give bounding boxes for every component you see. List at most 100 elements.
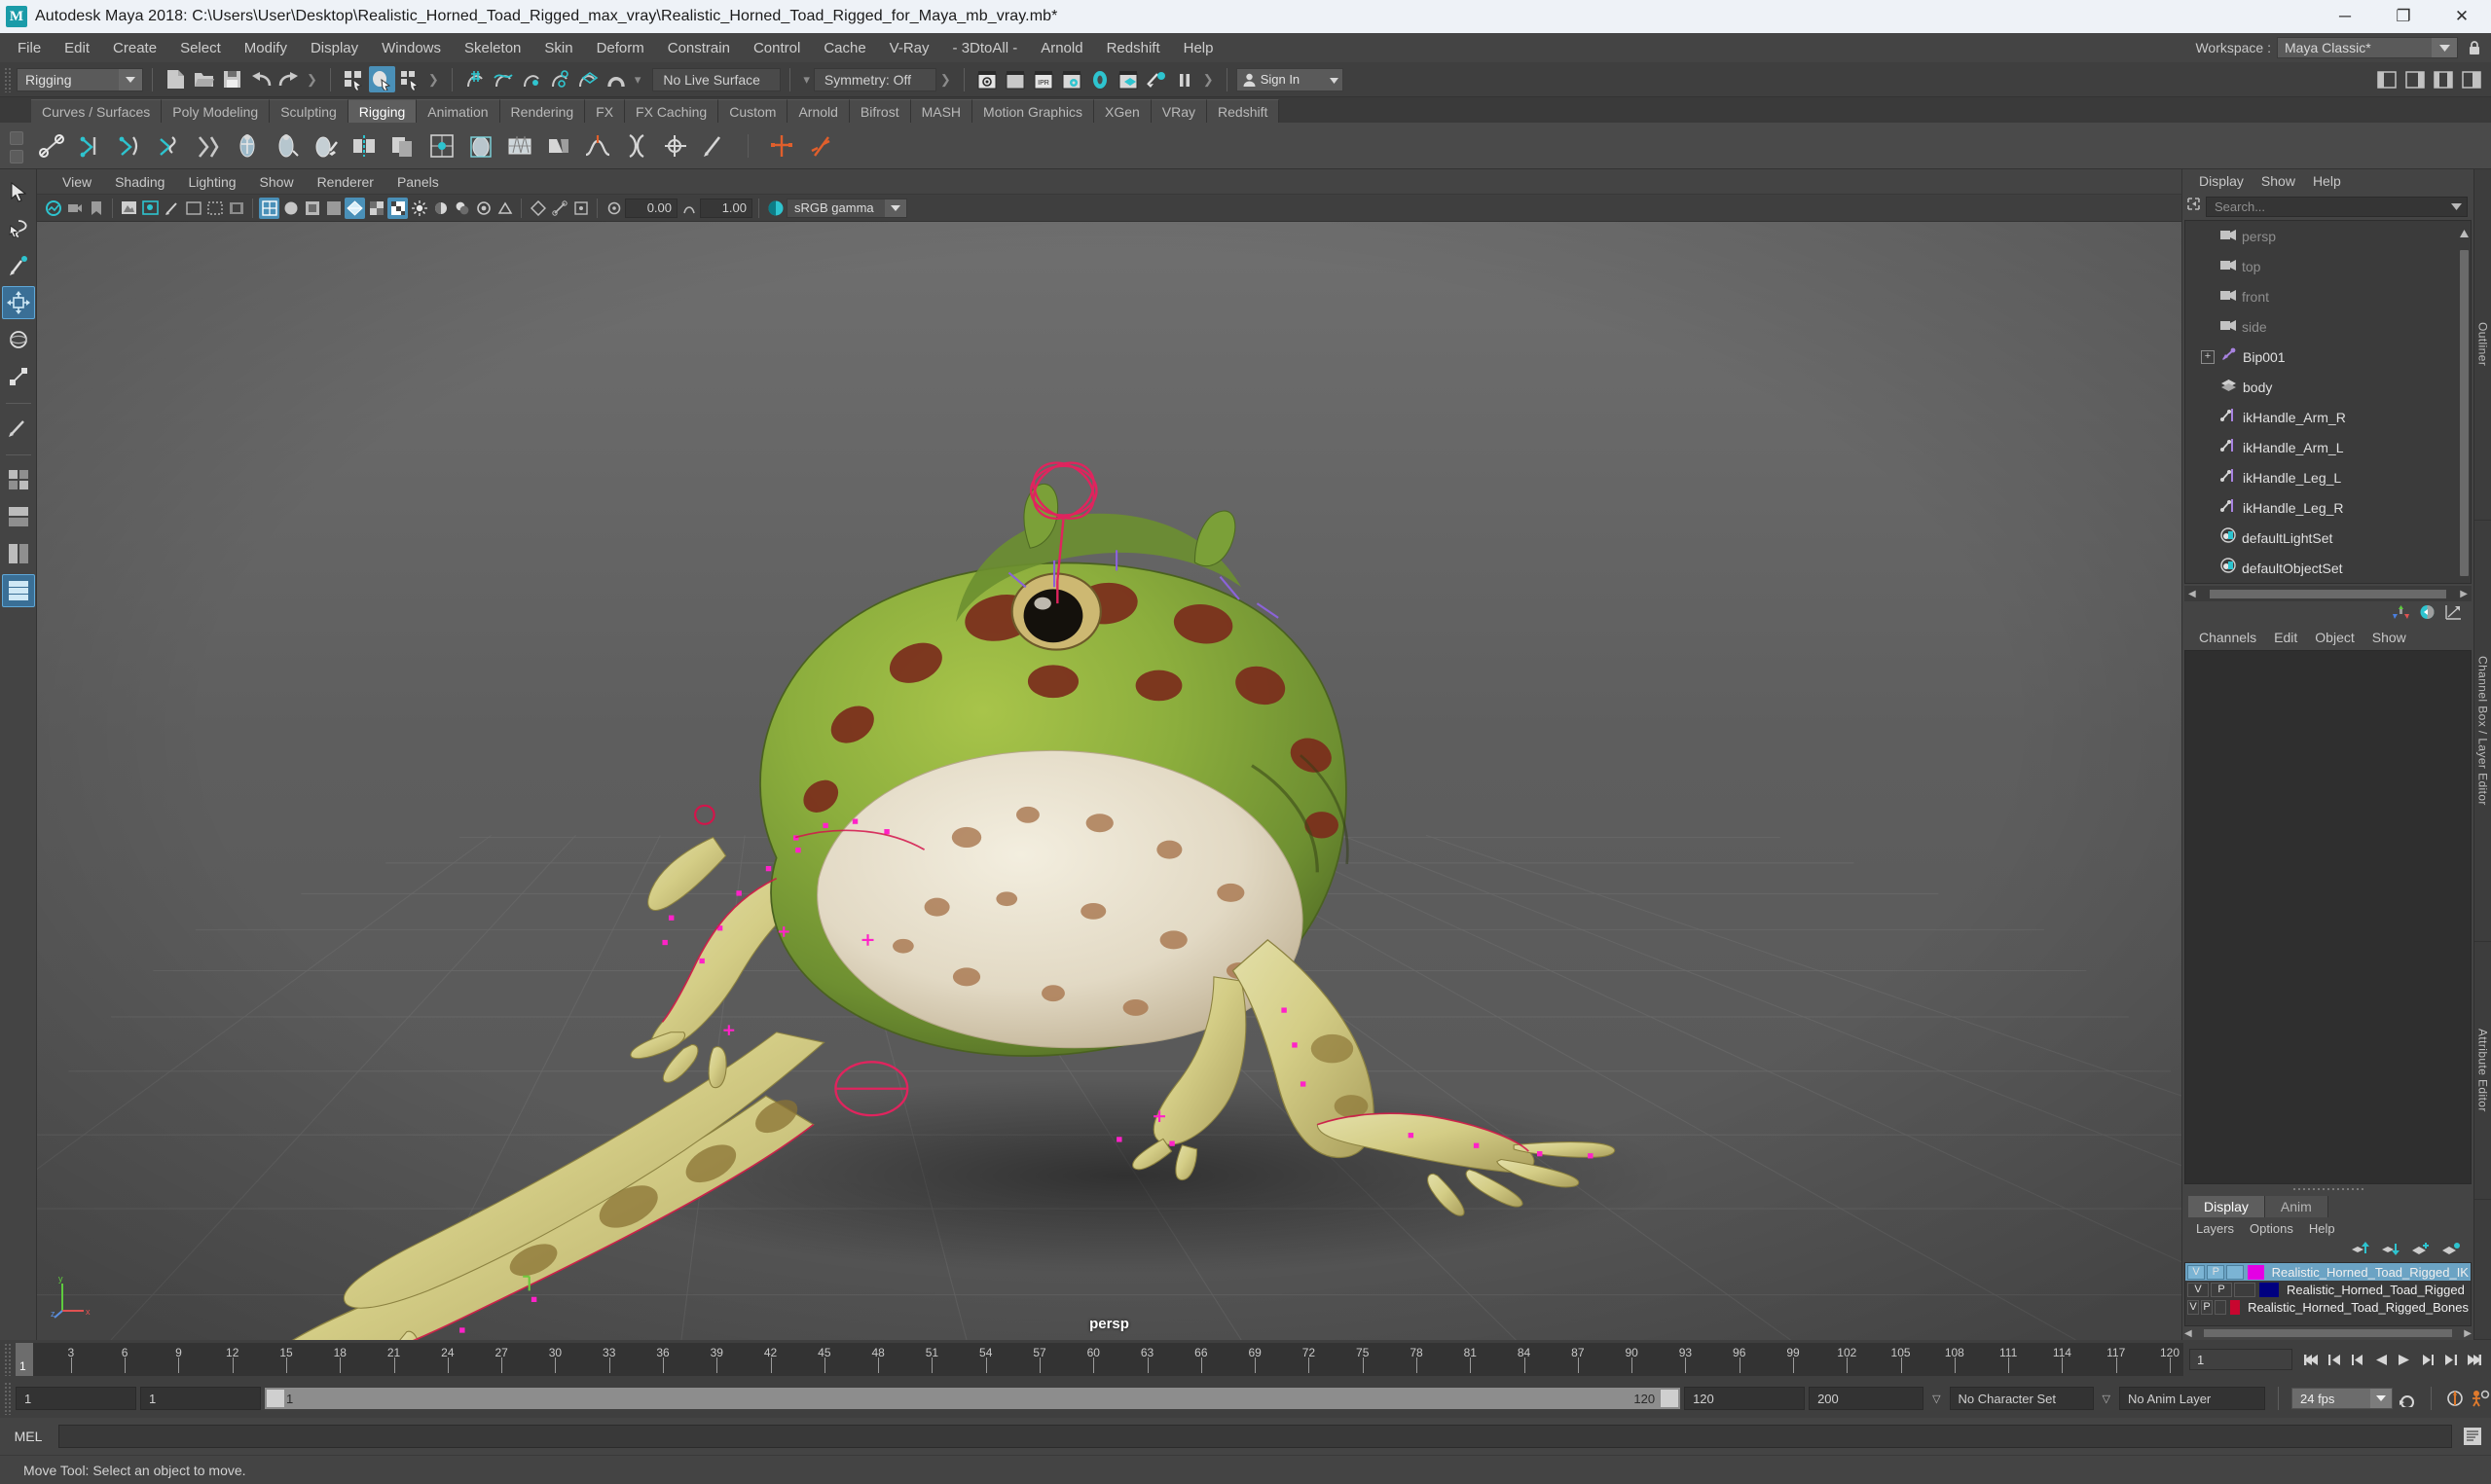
layer-color-swatch[interactable] — [2259, 1282, 2279, 1297]
parent-constraint-icon[interactable] — [763, 127, 800, 165]
undo-icon[interactable] — [247, 66, 274, 92]
show-hide-tool-settings-icon[interactable] — [2430, 66, 2456, 92]
layer-playback-toggle[interactable]: P — [2211, 1282, 2232, 1297]
persp-hypershade-layout[interactable] — [1, 574, 35, 607]
show-hide-modeling-toolkit-icon[interactable] — [2373, 66, 2399, 92]
channel-box-menu-channels[interactable]: Channels — [2190, 628, 2265, 647]
render-sequence-icon[interactable] — [1003, 66, 1029, 92]
scrollbar-thumb[interactable] — [2203, 1329, 2453, 1337]
shelf-tab-animation[interactable]: Animation — [417, 99, 500, 123]
go-to-start-icon[interactable] — [2300, 1349, 2322, 1370]
channel-box-menu-edit[interactable]: Edit — [2265, 628, 2306, 647]
texture-display-icon[interactable] — [366, 198, 386, 219]
menu-cache[interactable]: Cache — [812, 37, 877, 59]
current-frame-field[interactable]: 1 — [2189, 1349, 2292, 1370]
close-button[interactable]: ✕ — [2433, 0, 2491, 33]
layer-visibility-toggle[interactable]: V — [2187, 1264, 2206, 1280]
layer-shading-toggle[interactable] — [2234, 1282, 2255, 1297]
outliner-item-ikhandle-arm-r[interactable]: ikHandle_Arm_R — [2185, 402, 2471, 432]
outliner-item-bip001[interactable]: + Bip001 — [2185, 342, 2471, 372]
step-forward-key-icon[interactable] — [2440, 1349, 2462, 1370]
character-set-dropdown-arrow[interactable]: ▽ — [1927, 1393, 1945, 1405]
anim-end-time-field[interactable]: 200 — [1809, 1387, 1924, 1410]
persp-outliner-layout[interactable] — [2, 500, 35, 533]
gamma-icon[interactable] — [678, 198, 699, 219]
snap-to-curve-icon[interactable] — [491, 66, 517, 92]
move-layer-down-icon[interactable] — [2381, 1242, 2399, 1260]
viewport-menu-shading[interactable]: Shading — [103, 172, 176, 192]
menu-windows[interactable]: Windows — [370, 37, 453, 59]
new-layer-from-selected-icon[interactable] — [2441, 1242, 2460, 1260]
select-tool[interactable] — [2, 175, 35, 208]
gamma-value[interactable]: 1.00 — [700, 198, 752, 218]
menu-vray[interactable]: V-Ray — [878, 37, 941, 59]
menu-arnold[interactable]: Arnold — [1029, 37, 1094, 59]
layer-menu-help[interactable]: Help — [2301, 1220, 2343, 1237]
layer-tab-display[interactable]: Display — [2188, 1196, 2265, 1217]
live-surface-field[interactable]: No Live Surface — [652, 67, 782, 91]
hypershade-icon[interactable] — [1087, 66, 1114, 92]
viewport-menu-show[interactable]: Show — [248, 172, 306, 192]
smooth-shade-selected-icon[interactable] — [302, 198, 322, 219]
sculpt-deformer-icon[interactable] — [696, 127, 733, 165]
graph-editor-icon[interactable] — [2445, 604, 2462, 625]
toolbar-collapse-arrow[interactable]: ❯ — [940, 72, 951, 88]
lighting-icon[interactable] — [409, 198, 429, 219]
save-file-icon[interactable] — [219, 66, 245, 92]
snap-to-view-plane-icon[interactable] — [575, 66, 602, 92]
four-view-layout[interactable] — [2, 463, 35, 496]
outliner-item-front[interactable]: front — [2185, 281, 2471, 311]
auto-keyframe-icon[interactable] — [2444, 1388, 2466, 1409]
expand-selection-icon[interactable] — [2186, 197, 2201, 216]
ipr-render-icon[interactable]: IPR — [1031, 66, 1057, 92]
outliner-menu-help[interactable]: Help — [2304, 171, 2350, 191]
menu-file[interactable]: File — [6, 37, 53, 59]
new-file-icon[interactable] — [163, 66, 189, 92]
toolbar-collapse-arrow[interactable]: ❯ — [307, 72, 317, 88]
image-plane-icon[interactable] — [119, 198, 139, 219]
maximize-button[interactable]: ❐ — [2374, 0, 2433, 33]
vertical-tab-channel-box[interactable]: Channel Box / Layer Editor — [2474, 521, 2491, 942]
grease-pencil-icon[interactable] — [162, 198, 182, 219]
layer-row[interactable]: V P Realistic_Horned_Toad_Rigged_IK — [2185, 1263, 2471, 1281]
layer-menu-options[interactable]: Options — [2242, 1220, 2301, 1237]
expand-toggle-icon[interactable]: + — [2201, 349, 2215, 364]
ik-spring-handle-icon[interactable] — [151, 127, 188, 165]
menu-select[interactable]: Select — [168, 37, 233, 59]
outliner-item-defaultlightset[interactable]: defaultLightSet — [2185, 523, 2471, 553]
interactive-bind-icon[interactable] — [268, 127, 305, 165]
layer-shading-toggle[interactable] — [2215, 1299, 2227, 1315]
two-d-pan-zoom-icon[interactable] — [140, 198, 161, 219]
play-forwards-icon[interactable] — [2394, 1349, 2415, 1370]
range-slider-bar[interactable]: 1 120 — [265, 1388, 1681, 1409]
playback-end-time-field[interactable]: 120 — [1684, 1387, 1806, 1410]
cluster-deformer-icon[interactable] — [657, 127, 694, 165]
exposure-icon[interactable] — [604, 198, 624, 219]
chevron-down-icon[interactable]: ▾ — [803, 72, 810, 88]
camera-attributes-icon[interactable] — [64, 198, 85, 219]
color-management-icon[interactable] — [765, 198, 786, 219]
outliner-menu-display[interactable]: Display — [2190, 171, 2253, 191]
range-start-handle[interactable] — [267, 1390, 284, 1407]
render-current-frame-icon[interactable] — [974, 66, 1001, 92]
layer-tab-anim[interactable]: Anim — [2264, 1196, 2328, 1217]
anti-aliasing-icon[interactable] — [495, 198, 515, 219]
render-setup-icon[interactable] — [1116, 66, 1142, 92]
outliner-search-input[interactable]: Search... — [2206, 196, 2468, 217]
mirror-skin-weights-icon[interactable] — [346, 127, 383, 165]
outliner-menu-show[interactable]: Show — [2253, 171, 2304, 191]
chevron-down-icon[interactable]: ▾ — [635, 72, 641, 88]
layer-menu-layers[interactable]: Layers — [2188, 1220, 2242, 1237]
perspective-viewport[interactable]: y x z persp — [37, 222, 2181, 1340]
outliner-tree[interactable]: persp top front side + Bip001 body ikHan… — [2184, 220, 2472, 584]
xray-mode-icon[interactable] — [528, 198, 548, 219]
vertical-tab-attribute-editor[interactable]: Attribute Editor — [2474, 942, 2491, 1200]
character-set-field[interactable]: No Character Set — [1949, 1387, 2094, 1410]
shelf-tab-bifrost[interactable]: Bifrost — [849, 99, 911, 123]
move-tool[interactable] — [1, 286, 35, 319]
layer-playback-toggle[interactable]: P — [2201, 1299, 2214, 1315]
viewport-menu-panels[interactable]: Panels — [385, 172, 451, 192]
menu-control[interactable]: Control — [742, 37, 812, 59]
select-by-component-icon[interactable] — [397, 66, 423, 92]
ambient-occlusion-icon[interactable] — [473, 198, 494, 219]
